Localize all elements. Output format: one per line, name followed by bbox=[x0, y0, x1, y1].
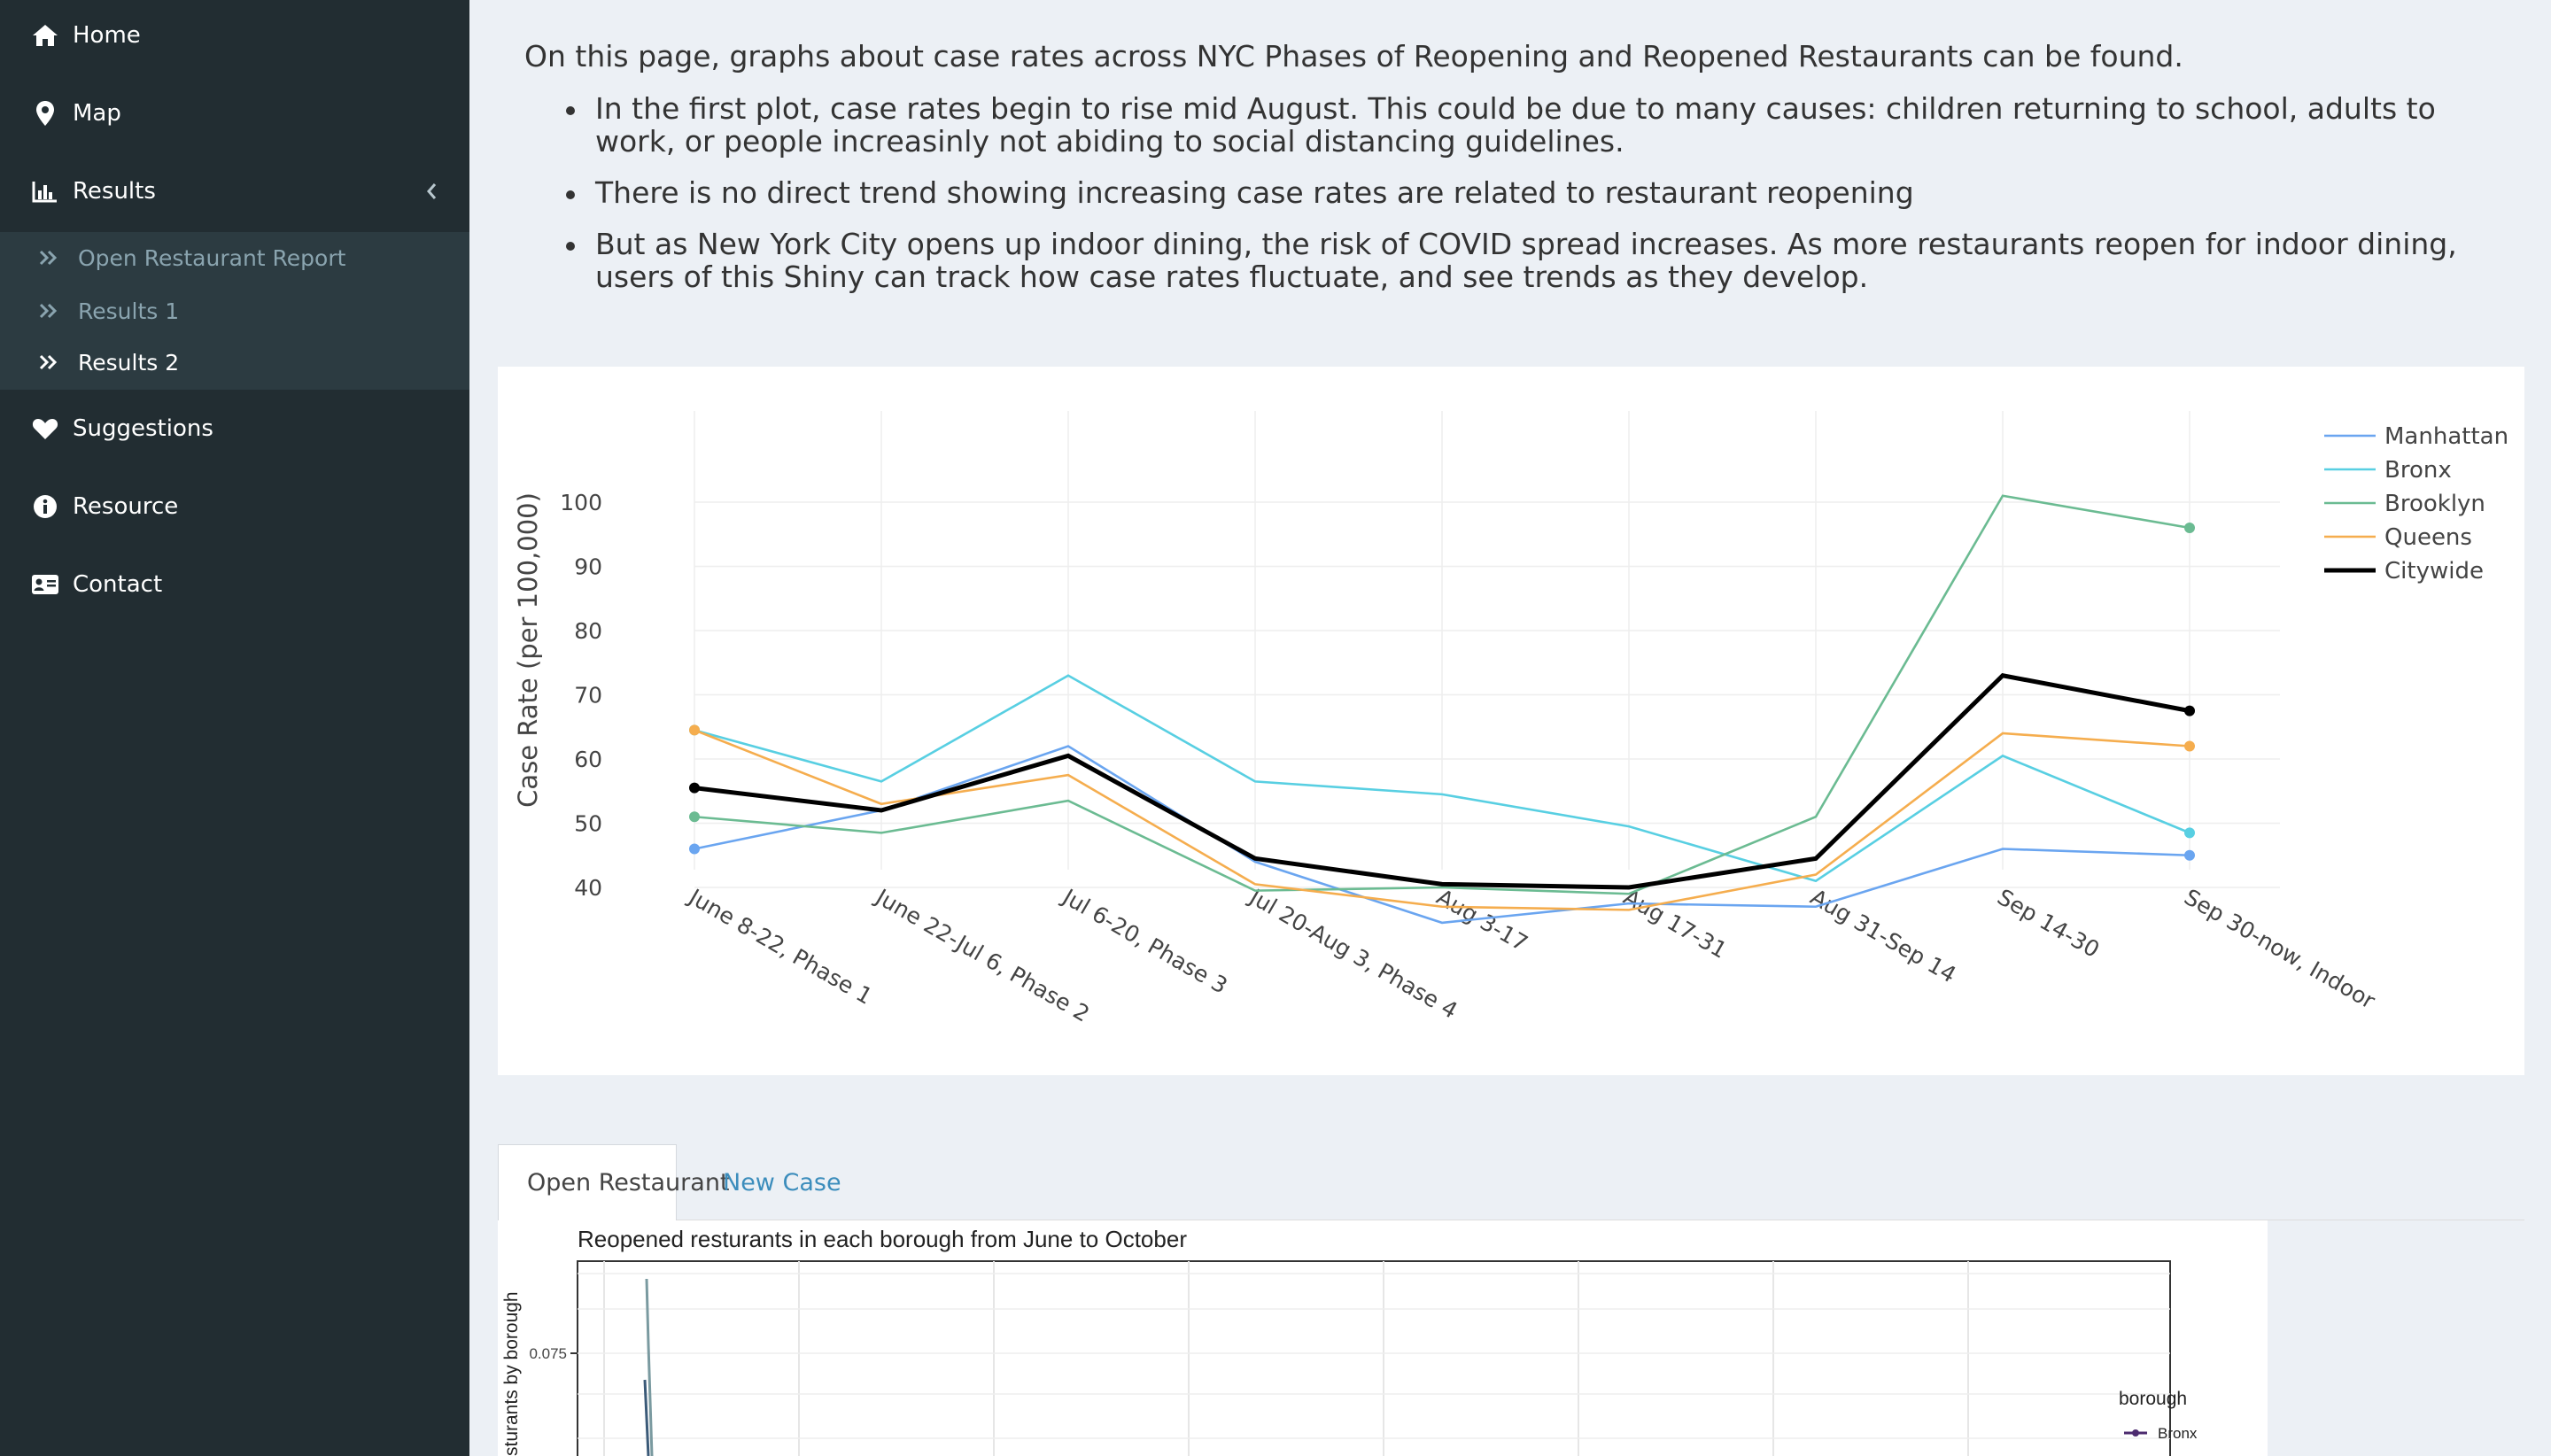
x-tick-label: Aug 3-17 bbox=[1432, 884, 1532, 956]
legend-label: Manhattan bbox=[2384, 423, 2508, 450]
data-point bbox=[689, 811, 700, 823]
sidebar-subitem-label: Results 1 bbox=[78, 298, 180, 324]
legend-label: Queens bbox=[2384, 524, 2472, 551]
data-point bbox=[689, 782, 700, 794]
intro-bullet-list: In the first plot, case rates begin to r… bbox=[558, 92, 2516, 312]
sidebar-item-label: Resource bbox=[73, 493, 179, 520]
data-point bbox=[2184, 827, 2195, 839]
x-tick-label: Aug 17-31 bbox=[1619, 884, 1732, 964]
sidebar: Home Map Results Open Restaurant Report … bbox=[0, 0, 469, 1456]
sidebar-subitem-results-1[interactable]: Results 1 bbox=[0, 285, 469, 337]
double-chevron-right-icon bbox=[35, 244, 62, 271]
y-tick-label: 0.075 bbox=[529, 1345, 567, 1362]
legend-label: Bronx bbox=[2384, 457, 2452, 484]
data-point bbox=[689, 843, 700, 855]
sidebar-item-label: Map bbox=[73, 100, 121, 127]
y-tick-label: 70 bbox=[574, 683, 602, 709]
y-tick-label: 50 bbox=[574, 811, 602, 837]
sidebar-item-contact[interactable]: Contact bbox=[0, 549, 469, 620]
sidebar-item-label: Results bbox=[73, 178, 156, 205]
sidebar-subitem-results-2[interactable]: Results 2 bbox=[0, 337, 469, 388]
sidebar-subitem-label: Open Restaurant Report bbox=[78, 244, 346, 271]
legend-label: Brooklyn bbox=[2384, 491, 2485, 517]
map-marker-icon bbox=[30, 98, 60, 128]
intro-bullet: There is no direct trend showing increas… bbox=[558, 176, 2516, 209]
intro-bullet: But as New York City opens up indoor din… bbox=[558, 228, 2516, 293]
data-point bbox=[2184, 740, 2195, 752]
home-icon bbox=[30, 20, 60, 50]
data-point bbox=[2184, 849, 2195, 861]
y-axis-title: Case Rate (per 100,000) bbox=[513, 492, 543, 808]
address-card-icon bbox=[30, 569, 60, 600]
x-tick-label: Aug 31-Sep 14 bbox=[1806, 884, 1960, 987]
tab-new-case[interactable]: New Case bbox=[694, 1144, 870, 1220]
sidebar-subitem-open-restaurant-report[interactable]: Open Restaurant Report bbox=[0, 232, 469, 283]
legend-label: Citywide bbox=[2384, 558, 2484, 585]
sidebar-subitem-label: Results 2 bbox=[78, 349, 180, 376]
intro-text: On this page, graphs about case rates ac… bbox=[524, 39, 2183, 74]
data-point bbox=[689, 724, 700, 736]
reopened-restaurants-plot: Reopened resturants in each borough from… bbox=[498, 1220, 2268, 1456]
x-tick-label: Sep 30-now, Indoor bbox=[2180, 884, 2380, 1014]
sidebar-item-resource[interactable]: Resource bbox=[0, 471, 469, 542]
x-tick-label: Jul 6-20, Phase 3 bbox=[1057, 883, 1231, 999]
heart-icon bbox=[30, 414, 60, 444]
legend-label: Bronx bbox=[2158, 1425, 2198, 1442]
y-tick-label: 100 bbox=[560, 490, 602, 515]
x-tick-label: Sep 14-30 bbox=[1993, 884, 2104, 963]
double-chevron-right-icon bbox=[35, 349, 62, 376]
chevron-left-icon[interactable] bbox=[425, 181, 438, 207]
plot-panel bbox=[577, 1260, 2171, 1456]
bar-chart-icon bbox=[30, 176, 60, 206]
x-tick-label: June 8-22, Phase 1 bbox=[683, 883, 876, 1010]
case-rate-chart[interactable]: 40 50 60 70 80 90 100 Case Rate (per 100,000) Ju… bbox=[498, 367, 2524, 1075]
y-tick-label: 90 bbox=[574, 554, 602, 580]
y-tick-label: 40 bbox=[574, 875, 602, 901]
sidebar-item-results[interactable]: Results bbox=[0, 156, 469, 227]
sidebar-item-label: Contact bbox=[73, 571, 163, 598]
sidebar-item-home[interactable]: Home bbox=[0, 0, 469, 71]
plot-title: Reopened resturants in each borough from… bbox=[578, 1226, 1187, 1252]
legend-title: borough bbox=[2119, 1389, 2187, 1409]
sidebar-item-label: Home bbox=[73, 22, 141, 49]
y-axis-title: sturants by borough bbox=[501, 1291, 522, 1456]
data-point bbox=[2184, 705, 2195, 716]
y-tick-label: 60 bbox=[574, 747, 602, 772]
tab-open-restaurant[interactable]: Open Restaurant bbox=[498, 1144, 730, 1220]
double-chevron-right-icon bbox=[35, 298, 62, 324]
legend-point bbox=[2132, 1429, 2139, 1437]
sidebar-item-label: Suggestions bbox=[73, 415, 213, 442]
y-tick-label: 80 bbox=[574, 618, 602, 644]
data-point bbox=[2184, 523, 2195, 533]
info-circle-icon bbox=[30, 492, 60, 522]
intro-bullet: In the first plot, case rates begin to r… bbox=[558, 92, 2516, 158]
reopened-restaurants-plot-svg: Reopened resturants in each borough from… bbox=[501, 1226, 2198, 1456]
case-rate-chart-svg: 40 50 60 70 80 90 100 Case Rate (per 100,000) Ju… bbox=[513, 411, 2508, 1027]
results-submenu: Open Restaurant Report Results 1 Results… bbox=[0, 232, 469, 390]
sidebar-item-map[interactable]: Map bbox=[0, 78, 469, 149]
sidebar-item-suggestions[interactable]: Suggestions bbox=[0, 393, 469, 464]
